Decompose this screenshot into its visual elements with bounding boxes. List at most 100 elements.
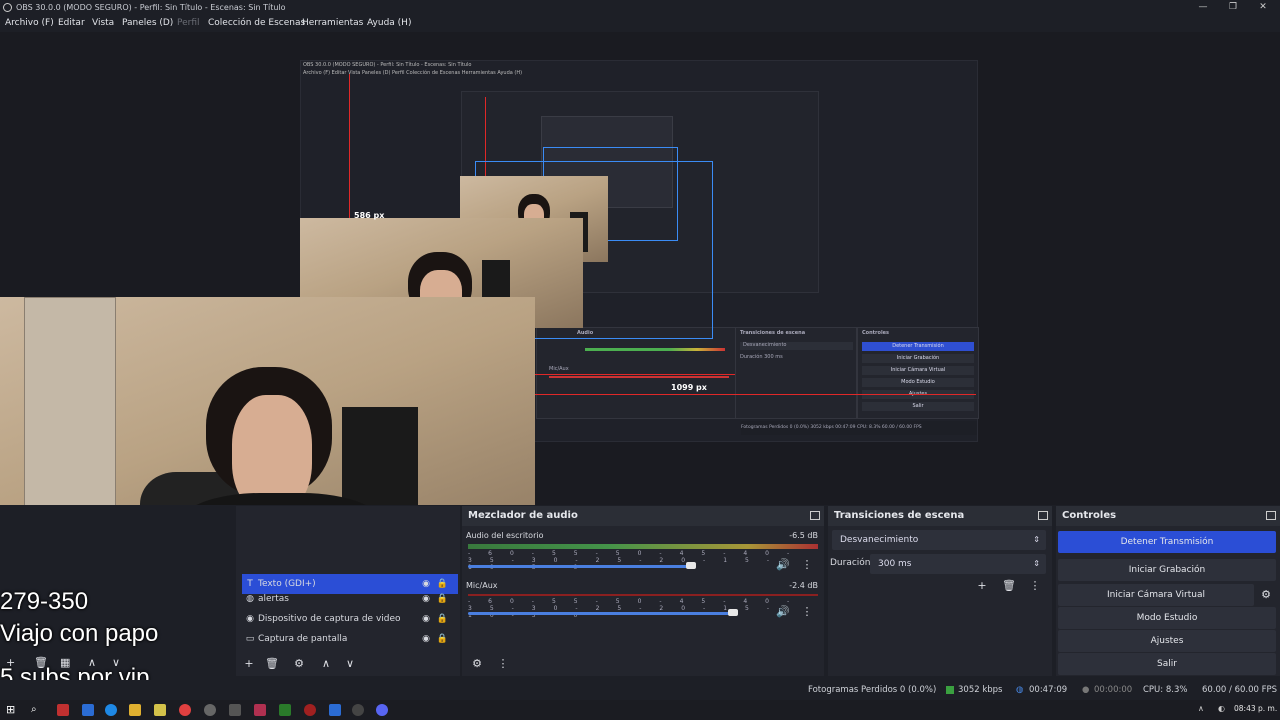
notes-icon[interactable] — [154, 704, 166, 716]
controls-title: Controles — [1062, 510, 1117, 521]
nested-meter-2 — [549, 376, 729, 378]
transition-select[interactable]: Desvanecimiento ⇕ — [832, 530, 1046, 550]
volume-slider-handle[interactable] — [728, 609, 738, 616]
duration-spinbox[interactable]: 300 ms ⇕ — [870, 554, 1046, 574]
meter-ticks: -60-55-50-45-40-35-30-25-20-15-10-5 0 — [468, 598, 808, 619]
obs-taskbar-icon[interactable] — [352, 704, 364, 716]
chrome-icon[interactable] — [179, 704, 191, 716]
menu-coleccion-escenas[interactable]: Colección de Escenas — [208, 15, 305, 32]
transitions-dock: Transiciones de escena Desvanecimiento ⇕ … — [828, 506, 1052, 676]
nested-virtual-cam: Iniciar Cámara Virtual — [862, 366, 974, 375]
steam-icon[interactable] — [82, 704, 94, 716]
windows-taskbar: ⊞ ⌕ ∧ ◐ 08:43 p. m. — [0, 700, 1280, 720]
steam-icon-2[interactable] — [329, 704, 341, 716]
move-down-button[interactable]: ∨ — [341, 655, 359, 673]
audio-mixer-title: Mezclador de audio — [468, 510, 578, 521]
nested-start-rec: Iniciar Grabación — [862, 354, 974, 363]
channel-name: Mic/Aux — [466, 581, 498, 590]
popout-icon[interactable] — [1266, 511, 1276, 520]
window-title: OBS 30.0.0 (MODO SEGURO) - Perfil: Sin T… — [16, 3, 286, 12]
menu-editar[interactable]: Editar — [58, 15, 85, 32]
channel-db: -2.4 dB — [789, 581, 818, 590]
stepper-icon[interactable]: ⇕ — [1033, 554, 1040, 574]
eye-icon[interactable]: ◉ — [422, 589, 430, 609]
nested-stop-stream: Detener Transmisión — [862, 342, 974, 351]
menu-archivo[interactable]: Archivo (F) — [5, 15, 54, 32]
lock-icon[interactable]: 🔒 — [437, 609, 448, 629]
webcam-source[interactable] — [0, 297, 535, 505]
guide-line-horizontal-1 — [535, 394, 976, 395]
nested-meter-1 — [585, 348, 725, 351]
audio-mixer-dock: Mezclador de audio Audio del escritorio … — [462, 506, 824, 676]
kebab-menu-icon[interactable]: ⋮ — [798, 556, 816, 574]
nested-statusbar: Fotogramas Perdidos 0 (0.0%) 3052 kbps 0… — [741, 421, 977, 435]
add-transition-button[interactable]: + — [973, 577, 991, 595]
globe-icon: ◍ — [246, 594, 254, 604]
overlay-text-line-1: 279-350 — [0, 588, 89, 615]
lock-icon[interactable]: 🔒 — [437, 589, 448, 609]
gear-icon[interactable]: ⚙ — [1257, 586, 1275, 604]
lock-icon[interactable]: 🔒 — [437, 629, 448, 649]
close-button[interactable]: ✕ — [1246, 0, 1280, 15]
app-icon-4[interactable] — [279, 704, 291, 716]
start-virtual-camera-button[interactable]: Iniciar Cámara Virtual — [1058, 584, 1254, 606]
audio-settings-icon[interactable]: ⚙ — [468, 655, 486, 673]
app-icon[interactable] — [57, 704, 69, 716]
speaker-icon[interactable]: 🔊 — [774, 556, 792, 574]
app-icon-2[interactable] — [204, 704, 216, 716]
minimize-button[interactable]: — — [1186, 0, 1220, 15]
volume-slider[interactable] — [468, 612, 734, 615]
gear-icon[interactable]: ⚙ — [290, 655, 308, 673]
menu-herramientas[interactable]: Herramientas — [302, 15, 363, 32]
discord-icon[interactable] — [376, 704, 388, 716]
popout-icon[interactable] — [810, 511, 820, 520]
opera-icon[interactable] — [304, 704, 316, 716]
taskbar-clock[interactable]: 08:43 p. m. — [1234, 704, 1277, 713]
folder-icon[interactable] — [129, 704, 141, 716]
menu-paneles[interactable]: Paneles (D) — [122, 15, 173, 32]
volume-slider[interactable] — [468, 565, 692, 568]
add-source-button[interactable]: + — [240, 655, 258, 673]
kebab-menu-icon[interactable]: ⋮ — [494, 655, 512, 673]
nested-fade-combo: Desvanecimiento — [740, 342, 853, 350]
source-item-screen-capture[interactable]: ▭ Captura de pantalla ◉ 🔒 — [242, 629, 458, 649]
search-icon[interactable]: ⌕ — [31, 704, 43, 716]
source-item-video-capture[interactable]: ◉ Dispositivo de captura de video ◉ 🔒 — [242, 609, 458, 629]
kebab-menu-icon[interactable]: ⋮ — [798, 603, 816, 621]
menu-ayuda[interactable]: Ayuda (H) — [367, 15, 411, 32]
start-recording-button[interactable]: Iniciar Grabación — [1058, 559, 1276, 581]
studio-mode-button[interactable]: Modo Estudio — [1058, 607, 1276, 629]
kebab-menu-icon[interactable]: ⋮ — [1026, 577, 1044, 595]
network-icon[interactable]: ◐ — [1218, 704, 1225, 713]
calculator-icon[interactable] — [229, 704, 241, 716]
eye-icon[interactable]: ◉ — [422, 629, 430, 649]
speaker-icon[interactable]: 🔊 — [774, 603, 792, 621]
trash-icon[interactable]: 🗑 — [263, 655, 281, 673]
trash-icon[interactable]: 🗑 — [1000, 577, 1018, 595]
menu-perfil[interactable]: Perfil — [177, 15, 200, 32]
source-label: Dispositivo de captura de video — [258, 614, 401, 624]
status-bar: Fotogramas Perdidos 0 (0.0%) 3052 kbps ◍… — [0, 680, 1280, 700]
tray-chevron-icon[interactable]: ∧ — [1198, 704, 1204, 713]
guide-line-horizontal-2 — [535, 374, 735, 375]
transitions-title: Transiciones de escena — [834, 510, 965, 521]
edge-icon[interactable] — [105, 704, 117, 716]
width-measure-label: 586 px — [354, 211, 385, 220]
move-up-button[interactable]: ∧ — [317, 655, 335, 673]
bitrate-indicator-icon — [946, 686, 954, 694]
app-icon-3[interactable] — [254, 704, 266, 716]
popout-icon[interactable] — [1038, 511, 1048, 520]
source-item-alertas[interactable]: ◍ alertas ◉ 🔒 — [242, 589, 458, 609]
record-time: 00:00:00 — [1094, 685, 1133, 695]
eye-icon[interactable]: ◉ — [422, 609, 430, 629]
stop-streaming-button[interactable]: Detener Transmisión — [1058, 531, 1276, 553]
settings-button[interactable]: Ajustes — [1058, 630, 1276, 652]
menu-vista[interactable]: Vista — [92, 15, 114, 32]
volume-slider-handle[interactable] — [686, 562, 696, 569]
record-icon: ● — [1082, 685, 1090, 695]
program-preview[interactable]: OBS 30.0.0 (MODO SEGURO) - Perfil: Sin T… — [0, 32, 1280, 505]
audio-mixer-header: Mezclador de audio — [462, 506, 824, 526]
exit-button[interactable]: Salir — [1058, 653, 1276, 675]
start-button-icon[interactable]: ⊞ — [6, 704, 18, 716]
maximize-button[interactable]: ❐ — [1216, 0, 1250, 15]
